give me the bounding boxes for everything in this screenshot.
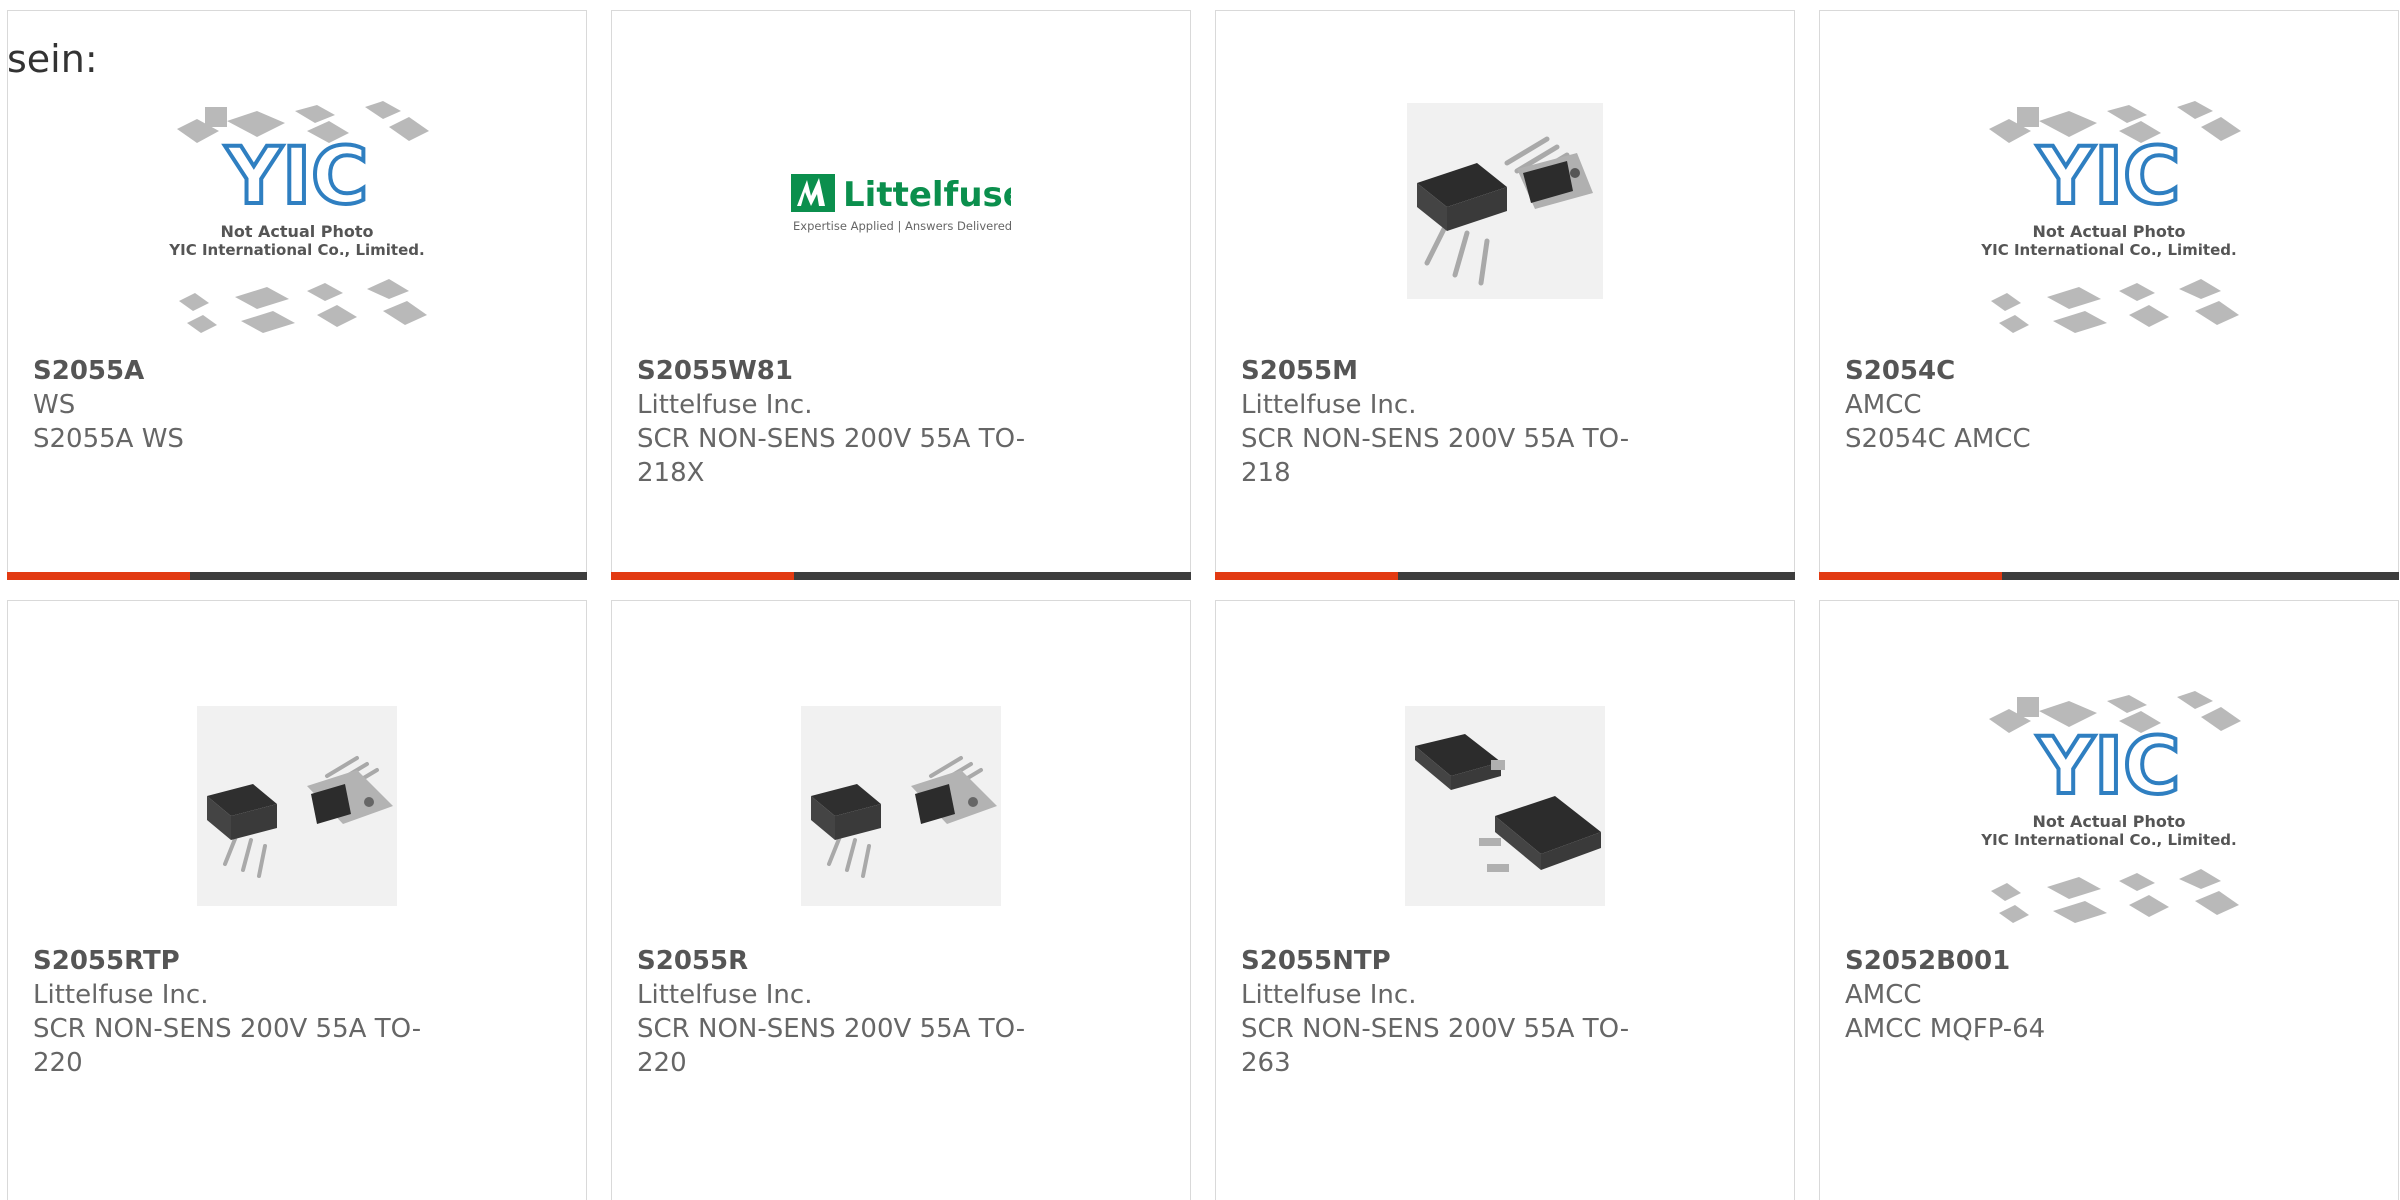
manufacturer: AMCC xyxy=(1845,390,1922,420)
placeholder-caption-2: YIC International Co., Limited. xyxy=(1980,241,2236,259)
card-footer-accent xyxy=(7,572,190,580)
description: AMCC MQFP-64 xyxy=(1845,1014,2046,1044)
description: SCR NON-SENS 200V 55A TO-263 xyxy=(1241,1014,1630,1078)
part-number: S2055R xyxy=(637,946,749,976)
card-footer-accent xyxy=(1819,572,2002,580)
manufacturer: Littelfuse Inc. xyxy=(1241,390,1417,420)
part-number: S2055RTP xyxy=(33,946,180,976)
product-image-placeholder: YIC Not Actual Photo YIC International C… xyxy=(1820,86,2398,356)
product-card[interactable]: YIC Not Actual Photo YIC International C… xyxy=(7,10,587,580)
product-card[interactable]: S2055NTP Littelfuse Inc. SCR NON-SENS 20… xyxy=(1215,600,1795,1200)
placeholder-caption-1: Not Actual Photo xyxy=(220,222,373,241)
product-card[interactable]: Littelfuse Expertise Applied | Answers D… xyxy=(611,10,1191,580)
placeholder-caption-1: Not Actual Photo xyxy=(2032,222,2185,241)
part-number: S2052B001 xyxy=(1845,946,2011,976)
description: SCR NON-SENS 200V 55A TO-220 xyxy=(33,1014,422,1078)
product-image-placeholder: YIC Not Actual Photo YIC International C… xyxy=(8,86,586,356)
card-footer-bar xyxy=(1819,572,2399,580)
product-card[interactable]: YIC Not Actual Photo YIC International C… xyxy=(1819,600,2399,1200)
manufacturer: Littelfuse Inc. xyxy=(637,980,813,1010)
manufacturer-logo: Littelfuse Expertise Applied | Answers D… xyxy=(612,86,1190,356)
part-number: S2055A xyxy=(33,356,145,386)
card-footer-bar xyxy=(1215,572,1795,580)
manufacturer: Littelfuse Inc. xyxy=(637,390,813,420)
logo-tagline: Expertise Applied | Answers Delivered xyxy=(793,219,1011,233)
svg-text:YIC: YIC xyxy=(2037,132,2181,222)
part-number: S2055M xyxy=(1241,356,1358,386)
intro-text: sein: xyxy=(7,37,98,81)
product-image xyxy=(612,676,1190,946)
product-image-placeholder: YIC Not Actual Photo YIC International C… xyxy=(1820,676,2398,946)
description: S2054C AMCC xyxy=(1845,424,2031,454)
manufacturer: WS xyxy=(33,390,76,420)
product-grid: YIC Not Actual Photo YIC International C… xyxy=(0,0,2400,1200)
product-card[interactable]: YIC Not Actual Photo YIC International C… xyxy=(1819,10,2399,580)
card-footer-bar xyxy=(7,572,587,580)
svg-text:YIC: YIC xyxy=(225,132,369,222)
product-image xyxy=(1216,676,1794,946)
card-footer-accent xyxy=(1215,572,1398,580)
part-number: S2055NTP xyxy=(1241,946,1391,976)
description: SCR NON-SENS 200V 55A TO-218X xyxy=(637,424,1026,488)
card-footer-accent xyxy=(611,572,794,580)
manufacturer: AMCC xyxy=(1845,980,1922,1010)
card-footer-bar xyxy=(611,572,1191,580)
product-card[interactable]: S2055RTP Littelfuse Inc. SCR NON-SENS 20… xyxy=(7,600,587,1200)
svg-text:YIC: YIC xyxy=(2037,722,2181,812)
part-number: S2054C xyxy=(1845,356,1956,386)
product-image xyxy=(8,676,586,946)
part-number: S2055W81 xyxy=(637,356,793,386)
placeholder-caption-2: YIC International Co., Limited. xyxy=(1980,831,2236,849)
logo-name: Littelfuse xyxy=(843,175,1011,215)
manufacturer: Littelfuse Inc. xyxy=(1241,980,1417,1010)
product-card[interactable]: S2055R Littelfuse Inc. SCR NON-SENS 200V… xyxy=(611,600,1191,1200)
description: SCR NON-SENS 200V 55A TO-218 xyxy=(1241,424,1630,488)
product-card[interactable]: S2055M Littelfuse Inc. SCR NON-SENS 200V… xyxy=(1215,10,1795,580)
description: S2055A WS xyxy=(33,424,184,454)
placeholder-caption-2: YIC International Co., Limited. xyxy=(168,241,424,259)
manufacturer: Littelfuse Inc. xyxy=(33,980,209,1010)
placeholder-caption-1: Not Actual Photo xyxy=(2032,812,2185,831)
description: SCR NON-SENS 200V 55A TO-220 xyxy=(637,1014,1026,1078)
product-image xyxy=(1216,86,1794,356)
